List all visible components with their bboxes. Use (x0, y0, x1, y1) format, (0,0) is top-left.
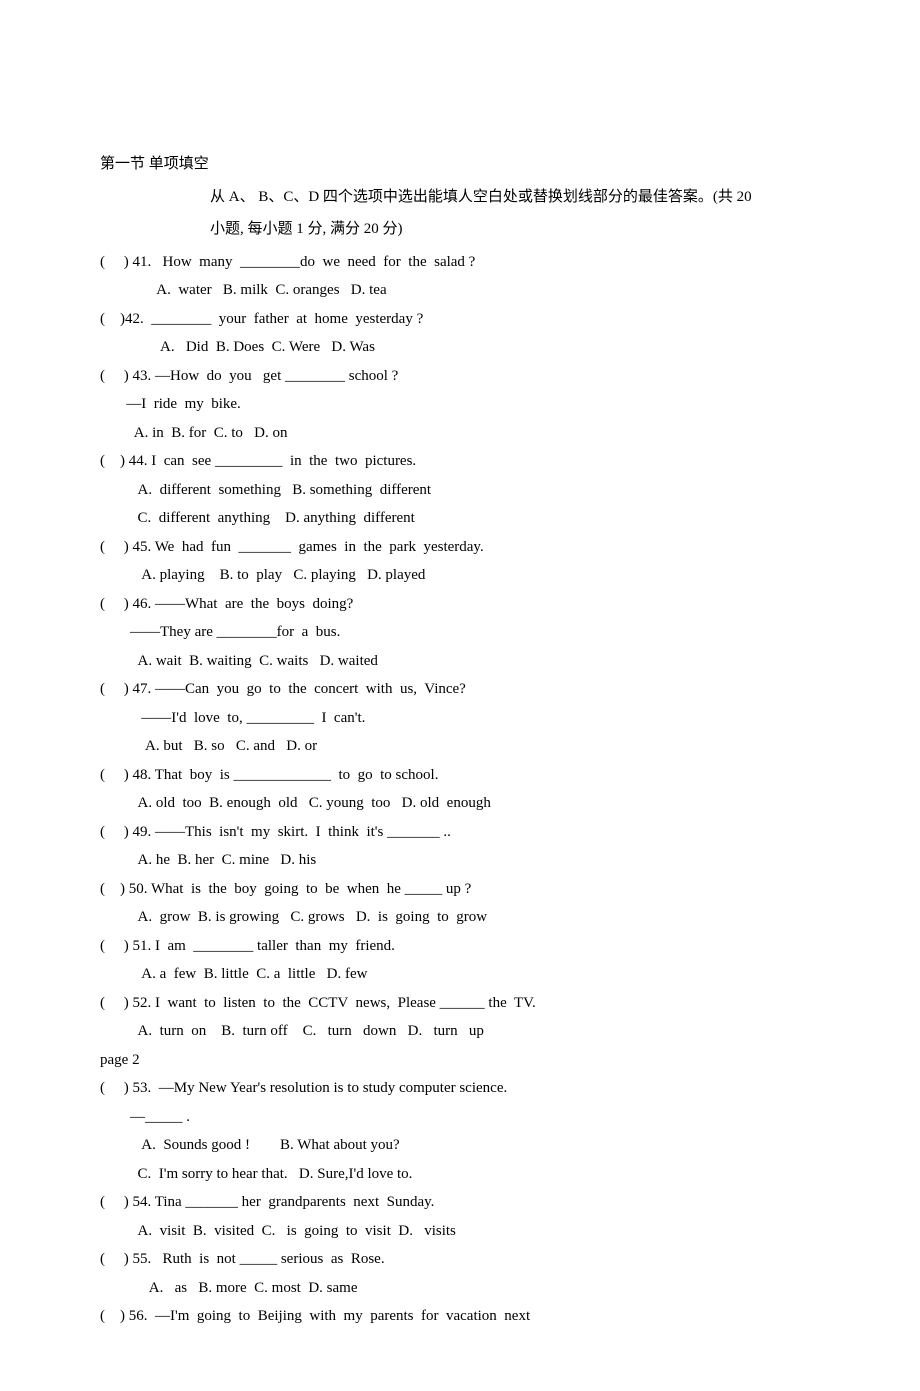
question-prompt: ( ) 47. ——Can you go to the concert with… (100, 675, 820, 704)
question-dialogue: —I ride my bike. (100, 390, 820, 419)
instructions-line1: 从 A、 B、C、D 四个选项中选出能填人空白处或替换划线部分的最佳答案。(共 … (100, 183, 820, 212)
question-prompt: ( ) 41. How many ________do we need for … (100, 248, 820, 277)
question-options: A. turn on B. turn off C. turn down D. t… (100, 1017, 820, 1046)
question-52: ( ) 52. I want to listen to the CCTV new… (100, 989, 820, 1046)
section-title: 第一节 单项填空 (100, 150, 820, 179)
question-options: A. old too B. enough old C. young too D.… (100, 789, 820, 818)
question-options: A. water B. milk C. oranges D. tea (100, 276, 820, 305)
question-options-2: C. different anything D. anything differ… (100, 504, 820, 533)
question-prompt: ( ) 54. Tina _______ her grandparents ne… (100, 1188, 820, 1217)
question-prompt: ( ) 56. —I'm going to Beijing with my pa… (100, 1302, 820, 1331)
question-50: ( ) 50. What is the boy going to be when… (100, 875, 820, 932)
question-prompt: ( )42. ________ your father at home yest… (100, 305, 820, 334)
question-options: A. visit B. visited C. is going to visit… (100, 1217, 820, 1246)
question-42: ( )42. ________ your father at home yest… (100, 305, 820, 362)
question-prompt: ( ) 52. I want to listen to the CCTV new… (100, 989, 820, 1018)
question-options: A. different something B. something diff… (100, 476, 820, 505)
question-47: ( ) 47. ——Can you go to the concert with… (100, 675, 820, 761)
question-dialogue: —_____ . (100, 1103, 820, 1132)
question-prompt: ( ) 45. We had fun _______ games in the … (100, 533, 820, 562)
question-41: ( ) 41. How many ________do we need for … (100, 248, 820, 305)
question-prompt: ( ) 53. —My New Year's resolution is to … (100, 1074, 820, 1103)
question-options: A. grow B. is growing C. grows D. is goi… (100, 903, 820, 932)
question-48: ( ) 48. That boy is _____________ to go … (100, 761, 820, 818)
page-marker: page 2 (100, 1046, 820, 1075)
question-46: ( ) 46. ——What are the boys doing? ——The… (100, 590, 820, 676)
exam-page: 第一节 单项填空 从 A、 B、C、D 四个选项中选出能填人空白处或替换划线部分… (0, 0, 920, 1391)
question-options: A. Sounds good ! B. What about you? (100, 1131, 820, 1160)
question-prompt: ( ) 46. ——What are the boys doing? (100, 590, 820, 619)
question-options: A. as B. more C. most D. same (100, 1274, 820, 1303)
question-prompt: ( ) 50. What is the boy going to be when… (100, 875, 820, 904)
question-options: A. he B. her C. mine D. his (100, 846, 820, 875)
question-prompt: ( ) 48. That boy is _____________ to go … (100, 761, 820, 790)
instructions-line2: 小题, 每小题 1 分, 满分 20 分) (100, 215, 820, 244)
question-options-2: C. I'm sorry to hear that. D. Sure,I'd l… (100, 1160, 820, 1189)
question-options: A. wait B. waiting C. waits D. waited (100, 647, 820, 676)
question-options: A. a few B. little C. a little D. few (100, 960, 820, 989)
question-56: ( ) 56. —I'm going to Beijing with my pa… (100, 1302, 820, 1331)
question-prompt: ( ) 51. I am ________ taller than my fri… (100, 932, 820, 961)
question-dialogue: ——They are ________for a bus. (100, 618, 820, 647)
question-prompt: ( ) 55. Ruth is not _____ serious as Ros… (100, 1245, 820, 1274)
question-options: A. but B. so C. and D. or (100, 732, 820, 761)
question-list: ( ) 41. How many ________do we need for … (100, 248, 820, 1331)
question-dialogue: ——I'd love to, _________ I can't. (100, 704, 820, 733)
question-53: ( ) 53. —My New Year's resolution is to … (100, 1074, 820, 1188)
question-51: ( ) 51. I am ________ taller than my fri… (100, 932, 820, 989)
question-options: A. playing B. to play C. playing D. play… (100, 561, 820, 590)
question-49: ( ) 49. ——This isn't my skirt. I think i… (100, 818, 820, 875)
question-45: ( ) 45. We had fun _______ games in the … (100, 533, 820, 590)
question-55: ( ) 55. Ruth is not _____ serious as Ros… (100, 1245, 820, 1302)
question-prompt: ( ) 43. —How do you get ________ school … (100, 362, 820, 391)
question-options: A. Did B. Does C. Were D. Was (100, 333, 820, 362)
question-54: ( ) 54. Tina _______ her grandparents ne… (100, 1188, 820, 1245)
question-43: ( ) 43. —How do you get ________ school … (100, 362, 820, 448)
question-prompt: ( ) 49. ——This isn't my skirt. I think i… (100, 818, 820, 847)
question-options: A. in B. for C. to D. on (100, 419, 820, 448)
question-prompt: ( ) 44. I can see _________ in the two p… (100, 447, 820, 476)
question-44: ( ) 44. I can see _________ in the two p… (100, 447, 820, 533)
